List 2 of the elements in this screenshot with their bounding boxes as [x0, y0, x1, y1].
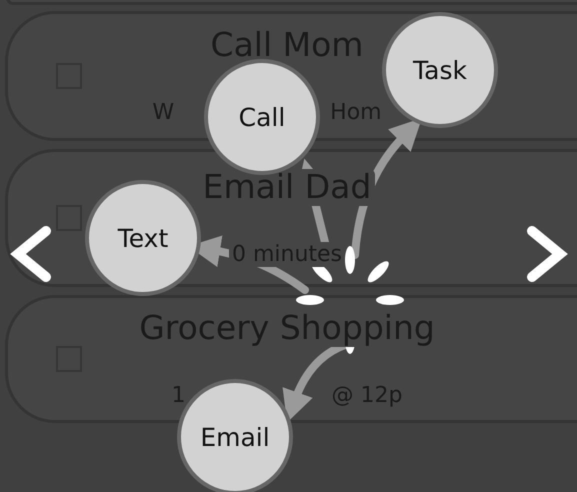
chevron-right-icon[interactable]: [526, 225, 568, 283]
chevron-left-icon[interactable]: [10, 225, 52, 283]
